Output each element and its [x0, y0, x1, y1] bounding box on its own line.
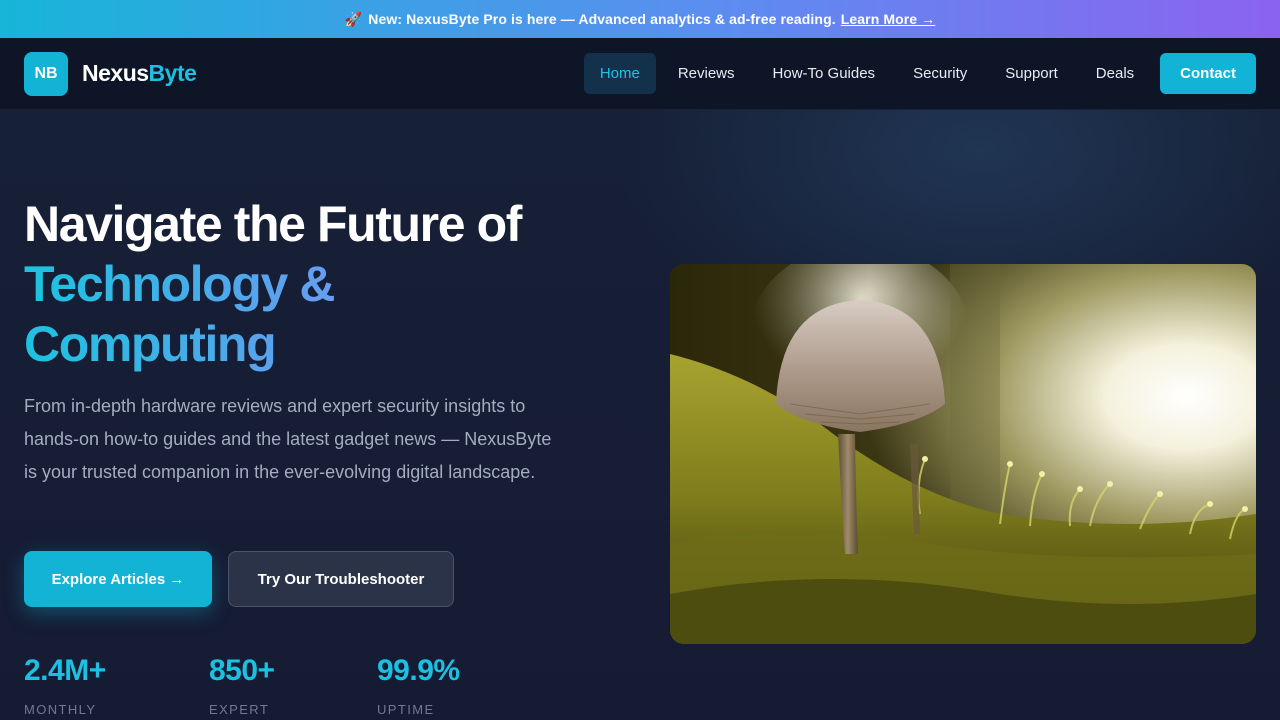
brand-logo-link[interactable]: NB NexusByte: [24, 51, 197, 96]
hero-headline: Navigate the Future of Technology & Comp…: [24, 194, 584, 374]
stat-uptime: 99.9% UPTIME: [377, 650, 497, 720]
stat-monthly-readers: 2.4M+ MONTHLY READERS: [24, 650, 169, 720]
hero-lead-text: From in-depth hardware reviews and exper…: [24, 396, 552, 482]
stat-expert-reviews: 850+ EXPERT REVIEWS: [209, 650, 337, 720]
contact-button[interactable]: Contact: [1160, 53, 1256, 94]
stat-label: MONTHLY READERS: [24, 702, 97, 720]
promo-text: New: NexusByte Pro is here — Advanced an…: [368, 11, 836, 27]
nav-item-how-to-guides[interactable]: How-To Guides: [757, 53, 892, 94]
logo-icon: NB: [24, 51, 68, 96]
logo-initials: NB: [34, 64, 58, 82]
explore-articles-button[interactable]: Explore Articles →: [24, 551, 212, 607]
stat-value: 2.4M+: [24, 654, 106, 687]
headline-line1: Navigate the Future of: [24, 196, 522, 252]
stat-label: UPTIME: [377, 702, 435, 717]
stat-value: 99.9%: [377, 654, 460, 687]
headline-line2: Technology &: [24, 254, 584, 314]
brand-name-part2: Byte: [148, 60, 197, 86]
brand-name: NexusByte: [82, 60, 197, 87]
nav-menu: Home Reviews How-To Guides Security Supp…: [578, 53, 1256, 94]
stat-label: EXPERT REVIEWS: [209, 702, 277, 720]
top-navigation: NB NexusByte Home Reviews How-To Guides …: [0, 38, 1280, 110]
stat-value: 850+: [209, 654, 275, 687]
promo-learn-more-link[interactable]: Learn More →: [841, 11, 936, 27]
brand-name-part1: Nexus: [82, 60, 149, 86]
promo-banner: 🚀 New: NexusByte Pro is here — Advanced …: [0, 0, 1280, 38]
mushroom-in-moss-photo: [670, 264, 1256, 644]
hero-image: [670, 264, 1256, 644]
nav-item-support[interactable]: Support: [989, 53, 1074, 94]
nav-item-security[interactable]: Security: [897, 53, 983, 94]
rocket-icon: 🚀: [344, 10, 363, 27]
hero-section: Navigate the Future of Technology & Comp…: [0, 110, 1280, 720]
nav-item-home[interactable]: Home: [583, 53, 656, 94]
nav-item-deals[interactable]: Deals: [1080, 53, 1150, 94]
headline-line3: Computing: [24, 314, 584, 374]
troubleshooter-button[interactable]: Try Our Troubleshooter: [228, 551, 454, 607]
nav-item-reviews[interactable]: Reviews: [662, 53, 751, 94]
hero-stats: 2.4M+ MONTHLY READERS 850+ EXPERT REVIEW…: [24, 650, 537, 720]
